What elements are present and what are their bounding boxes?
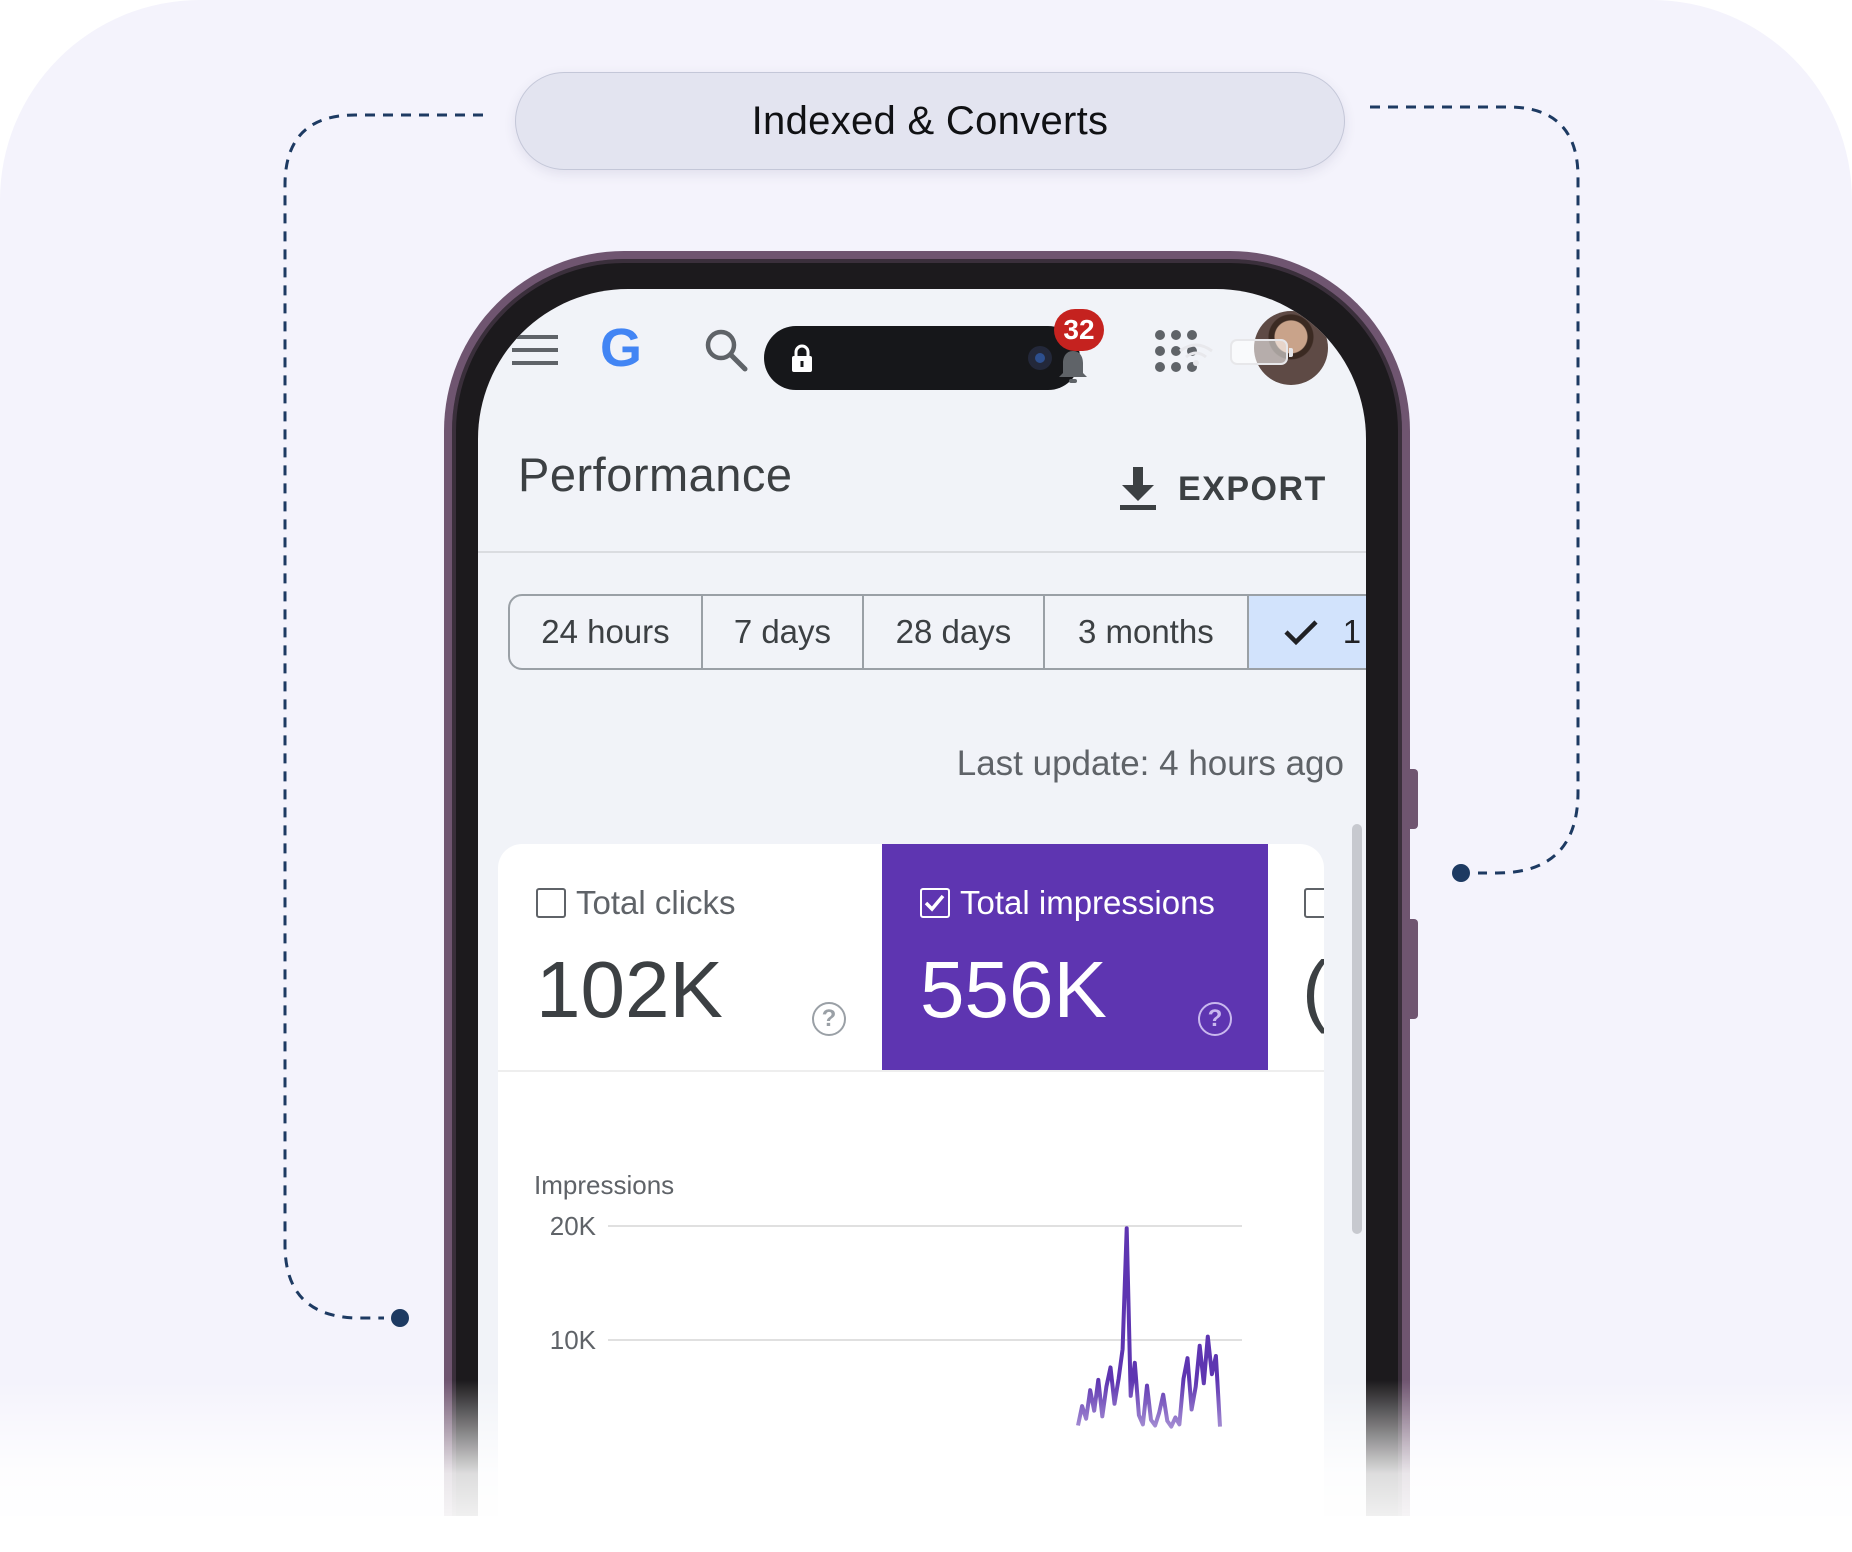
phone-side-button — [1410, 919, 1418, 1019]
help-icon[interactable]: ? — [812, 1002, 846, 1036]
badge-label: Indexed & Converts — [751, 98, 1109, 143]
header-divider — [478, 551, 1366, 553]
total-impressions-label: Total impressions — [960, 884, 1215, 921]
chart-y-tick-label: 10K — [550, 1325, 597, 1355]
total-clicks-checkbox[interactable] — [536, 888, 566, 918]
chip-28-days[interactable]: 28 days — [863, 594, 1045, 670]
connector-dot-left — [391, 1309, 409, 1327]
front-camera — [1028, 346, 1052, 370]
download-icon — [1120, 467, 1156, 510]
last-update-text: Last update: 4 hours ago — [956, 744, 1344, 783]
chip-selected-label: 1 — [1342, 613, 1362, 650]
help-icon[interactable]: ? — [1198, 1002, 1232, 1036]
check-icon — [1284, 620, 1318, 646]
total-impressions-checkbox[interactable] — [920, 888, 950, 918]
metric-partial-third[interactable]: ( — [1268, 844, 1324, 1070]
chip-selected-range[interactable]: 1 — [1248, 594, 1366, 670]
chip-7-days[interactable]: 7 days — [702, 594, 864, 670]
notifications-icon[interactable] — [1058, 349, 1088, 385]
notification-count-badge: 32 — [1054, 309, 1104, 351]
dynamic-island — [764, 326, 1080, 390]
menu-icon[interactable] — [512, 333, 560, 369]
third-metric-checkbox[interactable] — [1304, 888, 1324, 918]
chip-3-months[interactable]: 3 months — [1044, 594, 1249, 670]
battery-icon — [1230, 339, 1293, 365]
page-title: Performance — [518, 448, 793, 501]
total-clicks-label: Total clicks — [576, 884, 736, 921]
metric-total-impressions[interactable]: Total impressions 556K ? — [882, 844, 1268, 1070]
chart-y-ticks: 20K 10K — [550, 1211, 597, 1355]
export-button[interactable]: EXPORT — [1118, 459, 1327, 519]
phone-side-button — [1410, 769, 1418, 829]
total-clicks-value: 102K — [536, 945, 723, 1034]
connector-dot-right — [1452, 864, 1470, 882]
search-icon[interactable] — [703, 327, 749, 373]
metric-tabs: Total clicks 102K ? Total impressions 55… — [498, 844, 1324, 1072]
checkbox-check-icon — [924, 894, 945, 912]
phone-screen: G 32 Performance EXPORT 24 hours 7 days … — [478, 289, 1366, 1551]
chart-y-axis-title: Impressions — [534, 1170, 674, 1200]
indexed-converts-badge: Indexed & Converts — [515, 72, 1345, 170]
scrollbar[interactable] — [1352, 824, 1362, 1234]
lock-icon — [792, 344, 812, 372]
total-impressions-value: 556K — [920, 945, 1107, 1034]
metric-total-clicks[interactable]: Total clicks 102K ? — [498, 844, 882, 1070]
export-label: EXPORT — [1178, 469, 1327, 508]
chart-grid — [608, 1225, 1242, 1341]
third-metric-value-partial: ( — [1302, 944, 1324, 1036]
page-bottom-strip — [0, 1516, 1852, 1552]
wifi-icon — [1179, 343, 1213, 366]
google-logo[interactable]: G — [600, 317, 642, 379]
chart-y-tick-label: 20K — [550, 1211, 597, 1241]
chip-24-hours[interactable]: 24 hours — [508, 594, 703, 670]
date-range-chips: 24 hours 7 days 28 days 3 months 1 — [508, 594, 1366, 670]
top-app-bar: G 32 — [478, 289, 1366, 429]
